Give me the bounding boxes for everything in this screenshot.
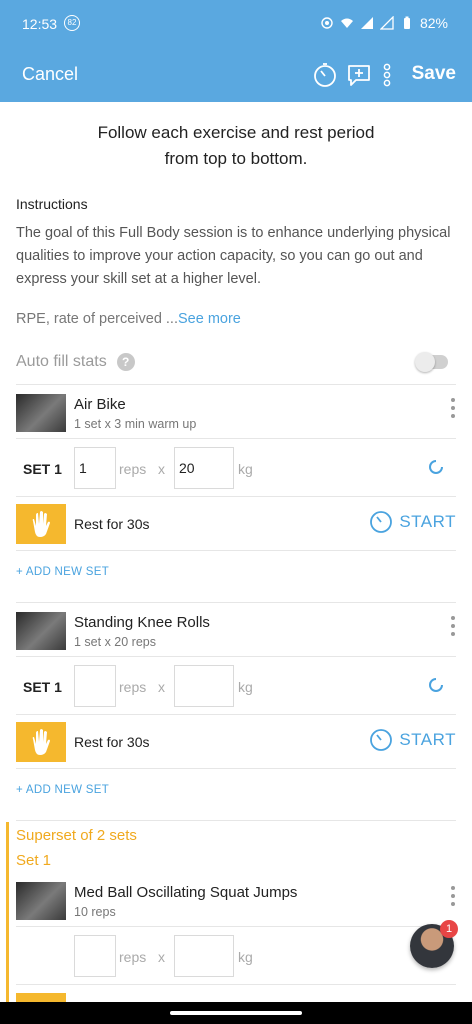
more-vertical-icon[interactable]: [382, 62, 392, 88]
divider: [16, 438, 456, 439]
timer-icon[interactable]: [312, 62, 338, 88]
weight-input[interactable]: [174, 935, 234, 977]
reps-unit: reps: [119, 679, 147, 695]
signal-icon-2: [379, 16, 394, 30]
notification-count-icon: 82: [64, 15, 80, 31]
divider: [16, 550, 456, 551]
weight-unit: kg: [238, 679, 253, 695]
set-label: SET 1: [23, 461, 62, 477]
reps-input[interactable]: 1: [74, 447, 116, 489]
rest-hand-icon: [16, 722, 66, 762]
set-label: SET 1: [23, 679, 62, 695]
divider: [16, 984, 456, 985]
superset-bar: [6, 822, 9, 1002]
exercise-name: Standing Knee Rolls: [74, 614, 210, 631]
exercise-more-icon[interactable]: [450, 396, 456, 420]
auto-fill-row: Auto fill stats ?: [16, 353, 135, 371]
weight-unit: kg: [238, 949, 253, 965]
battery-icon: [403, 16, 410, 29]
app-bar: Cancel Save: [0, 48, 472, 102]
cancel-button[interactable]: Cancel: [22, 64, 78, 85]
chat-badge: 1: [440, 920, 458, 938]
start-rest-button[interactable]: START: [369, 510, 456, 534]
intro-line-2: from top to bottom.: [164, 149, 308, 168]
rpe-label: RPE, rate of perceived ...: [16, 311, 178, 327]
set-row: SET 1 reps x kg: [16, 665, 456, 709]
intro-line-1: Follow each exercise and rest period: [97, 123, 375, 142]
intro-text: Follow each exercise and rest period fro…: [0, 120, 472, 172]
rest-row: Rest for 30s START: [16, 722, 456, 762]
add-comment-icon[interactable]: [346, 62, 372, 88]
divider: [16, 714, 456, 715]
navigation-bar: [0, 1002, 472, 1024]
exercise-detail: 1 set x 3 min warm up: [74, 417, 197, 431]
loading-spinner-icon: [429, 460, 443, 474]
exercise-header[interactable]: Standing Knee Rolls 1 set x 20 reps: [16, 612, 456, 654]
instructions-body: The goal of this Full Body session is to…: [16, 225, 451, 287]
signal-icon: [360, 17, 373, 29]
divider: [16, 656, 456, 657]
rest-hand-icon: [16, 504, 66, 544]
hotspot-icon: [321, 17, 333, 29]
home-gesture-handle[interactable]: [170, 1011, 302, 1015]
add-new-set-button[interactable]: + ADD NEW SET: [16, 566, 109, 578]
timer-icon: [370, 511, 393, 533]
weight-input[interactable]: 20: [174, 447, 234, 489]
instructions-heading: Instructions: [16, 196, 88, 212]
divider: [16, 768, 456, 769]
start-rest-button[interactable]: START: [369, 728, 456, 752]
rest-label: Rest for 30s: [74, 734, 150, 750]
divider: [16, 602, 456, 603]
exercise-detail: 10 reps: [74, 905, 116, 919]
times-sign: x: [158, 949, 165, 965]
auto-fill-label: Auto fill stats: [16, 353, 107, 370]
chat-avatar[interactable]: 1: [410, 920, 458, 968]
weight-input[interactable]: [174, 665, 234, 707]
exercise-header[interactable]: Med Ball Oscillating Squat Jumps 10 reps: [16, 882, 456, 924]
exercise-more-icon[interactable]: [450, 614, 456, 638]
times-sign: x: [158, 461, 165, 477]
divider: [16, 496, 456, 497]
loading-spinner-icon: [429, 678, 443, 692]
add-new-set-button[interactable]: + ADD NEW SET: [16, 784, 109, 796]
help-icon[interactable]: ?: [116, 353, 135, 371]
wifi-icon: [340, 18, 353, 28]
divider: [16, 384, 456, 385]
rest-label: Rest for 30s: [74, 516, 150, 532]
exercise-more-icon[interactable]: [450, 884, 456, 908]
divider: [16, 820, 456, 821]
set-row: reps x kg: [16, 935, 456, 979]
divider: [16, 926, 456, 927]
rpe-text: RPE, rate of perceived ...See more: [16, 311, 241, 327]
battery-percent: 82%: [419, 15, 448, 31]
status-time: 12:53: [22, 16, 58, 32]
superset-set-title: Set 1: [16, 852, 52, 869]
exercise-header[interactable]: Air Bike 1 set x 3 min warm up: [16, 394, 456, 436]
exercise-detail: 1 set x 20 reps: [74, 635, 156, 649]
set-row: SET 1 1 reps x 20 kg: [16, 447, 456, 491]
start-label: START: [399, 730, 456, 749]
reps-unit: reps: [119, 461, 147, 477]
exercise-thumbnail[interactable]: [16, 882, 66, 920]
reps-input[interactable]: [74, 935, 116, 977]
exercise-thumbnail[interactable]: [16, 394, 66, 432]
start-label: START: [399, 512, 456, 531]
exercise-thumbnail[interactable]: [16, 612, 66, 650]
exercise-name: Air Bike: [74, 396, 126, 413]
exercise-name: Med Ball Oscillating Squat Jumps: [74, 884, 298, 901]
weight-unit: kg: [238, 461, 253, 477]
reps-input[interactable]: [74, 665, 116, 707]
timer-icon: [370, 729, 393, 751]
auto-fill-toggle[interactable]: [415, 352, 448, 372]
superset-title: Superset of 2 sets: [16, 827, 137, 844]
times-sign: x: [158, 679, 165, 695]
rest-row: Rest for 30s START: [16, 504, 456, 544]
system-icons: 82%: [320, 15, 448, 31]
status-bar: 12:53 82 82%: [0, 0, 472, 48]
save-button[interactable]: Save: [412, 63, 456, 85]
see-more-link[interactable]: See more: [178, 311, 241, 327]
reps-unit: reps: [119, 949, 147, 965]
